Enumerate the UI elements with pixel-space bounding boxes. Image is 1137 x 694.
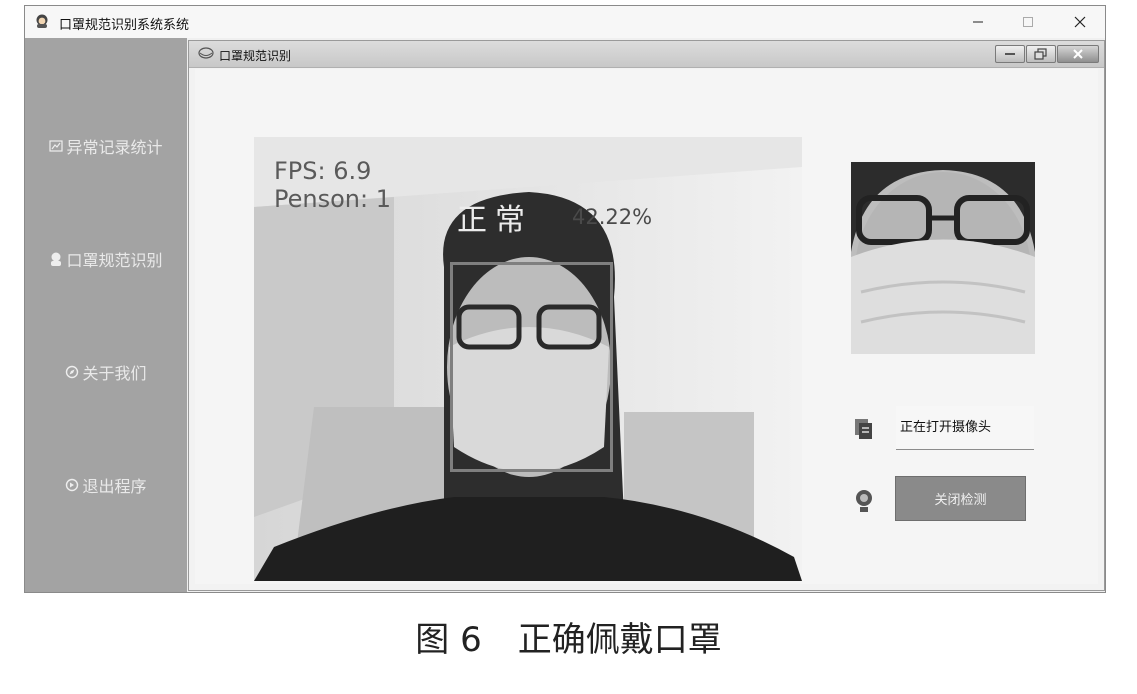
title-bar: 口罩规范识别系统系统: [25, 6, 1105, 38]
restore-icon: [1034, 48, 1047, 60]
exit-icon: [65, 478, 79, 492]
main-window: 口罩规范识别系统系统 异常记录统计 口罩规范识别 关于我们 退出程序 口罩规范识…: [24, 5, 1106, 593]
chart-icon: [49, 139, 64, 153]
subwindow-content: FPS: 6.9 Penson: 1 正常 42.22% 正在打开摄像头 关闭检…: [195, 69, 1098, 584]
compass-icon: [65, 365, 79, 379]
sidebar-item-label: 口罩规范识别: [66, 251, 163, 270]
sidebar-item-mask-detection[interactable]: 口罩规范识别: [25, 239, 187, 279]
camera-feed: FPS: 6.9 Penson: 1 正常 42.22%: [254, 137, 802, 581]
sidebar: 异常记录统计 口罩规范识别 关于我们 退出程序: [25, 38, 187, 592]
window-title: 口罩规范识别系统系统: [59, 18, 190, 33]
face-mask-icon: [198, 47, 214, 59]
minimize-icon: [973, 21, 983, 23]
sidebar-item-exit[interactable]: 退出程序: [25, 465, 187, 505]
close-icon: [1074, 16, 1086, 28]
camera-status-field: 正在打开摄像头: [896, 406, 1034, 450]
sidebar-item-label: 退出程序: [82, 477, 147, 496]
face-bounding-box: [450, 262, 613, 472]
stop-detection-button[interactable]: 关闭检测: [895, 476, 1026, 521]
subwindow-restore-button[interactable]: [1026, 45, 1056, 63]
minimize-button[interactable]: [955, 9, 1001, 35]
close-button[interactable]: [1057, 9, 1103, 35]
sidebar-item-abnormal-records[interactable]: 异常记录统计: [25, 126, 187, 166]
app-logo-icon: [36, 14, 48, 28]
maximize-button[interactable]: [1005, 9, 1051, 35]
minimize-icon: [1005, 53, 1015, 55]
close-icon: [1073, 49, 1083, 59]
mask-status-overlay: 正常: [457, 203, 533, 238]
sidebar-item-about[interactable]: 关于我们: [25, 352, 187, 392]
person-icon: [49, 252, 63, 266]
confidence-overlay: 42.22%: [572, 205, 653, 229]
document-icon: [855, 419, 872, 439]
face-crop-preview: [851, 162, 1035, 354]
maximize-icon: [1023, 17, 1033, 27]
figure-caption-text: 正确佩戴口罩: [517, 620, 722, 660]
person-count-overlay: Penson: 1: [274, 185, 391, 213]
figure-caption: 图 6 正确佩戴口罩: [0, 612, 1137, 661]
face-crop-image: [851, 162, 1035, 354]
figure-number: 图 6: [415, 620, 482, 660]
subwindow-minimize-button[interactable]: [995, 45, 1025, 63]
subwindow-title-bar: 口罩规范识别: [189, 41, 1104, 68]
subwindow-title: 口罩规范识别: [219, 49, 292, 63]
sidebar-item-label: 关于我们: [82, 364, 147, 383]
detection-subwindow: 口罩规范识别 FPS: 6.9 Penson: 1 正常 42.22% 正在打开…: [188, 40, 1105, 591]
subwindow-close-button[interactable]: [1057, 45, 1099, 63]
webcam-icon: [856, 490, 872, 512]
sidebar-item-label: 异常记录统计: [66, 138, 163, 157]
fps-overlay: FPS: 6.9: [274, 157, 372, 185]
